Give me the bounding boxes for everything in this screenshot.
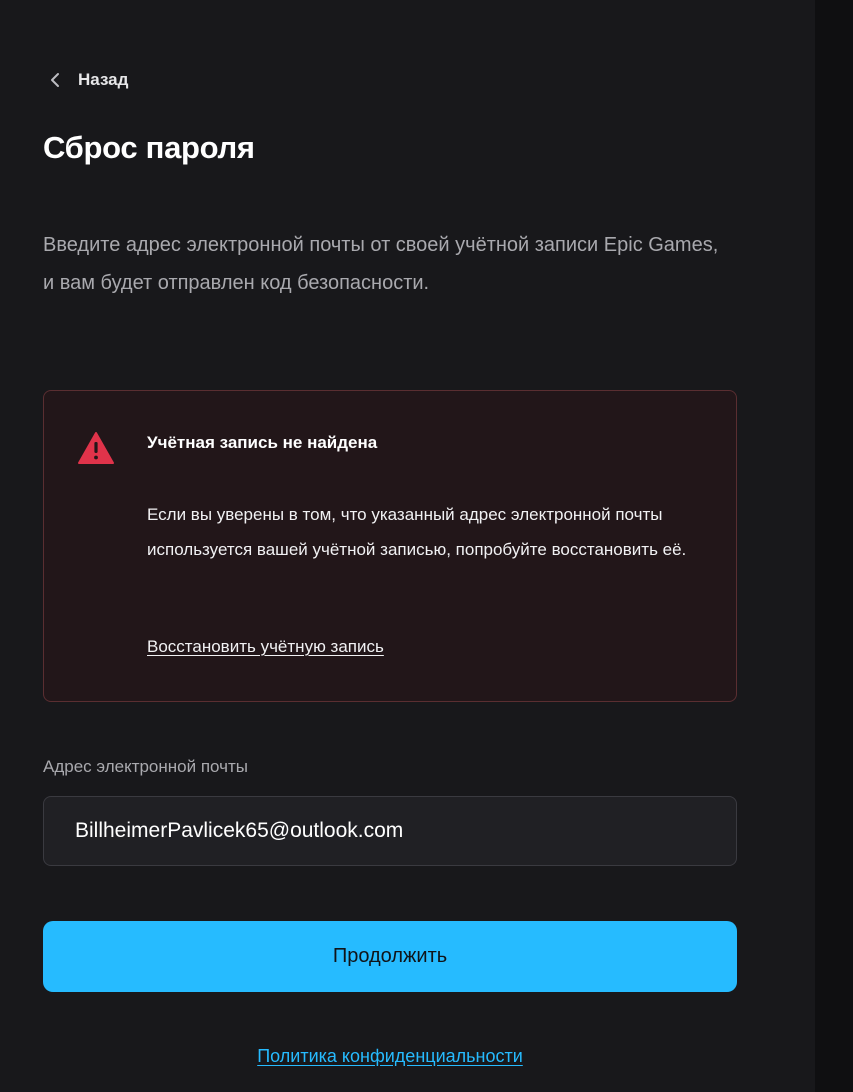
alert-title: Учётная запись не найдена [147, 433, 378, 452]
alert-body: Если вы уверены в том, что указанный адр… [147, 505, 687, 559]
back-button[interactable]: Назад [48, 66, 128, 94]
side-background-strip [815, 0, 853, 1092]
chevron-left-icon [51, 73, 59, 87]
email-field[interactable] [43, 796, 737, 866]
account-not-found-alert: Учётная запись не найдена Если вы уверен… [43, 390, 737, 702]
intro-text: Введите адрес электронной почты от своей… [43, 234, 719, 294]
privacy-policy-link[interactable]: Политика конфиденциальности [0, 1046, 780, 1067]
email-field-label: Адрес электронной почты [43, 757, 248, 776]
warning-triangle-icon [78, 432, 114, 464]
restore-account-link[interactable]: Восстановить учётную запись [147, 637, 384, 657]
password-reset-panel: Назад Сброс пароля Введите адрес электро… [0, 0, 815, 1092]
back-label: Назад [78, 70, 129, 89]
continue-button[interactable]: Продолжить [43, 921, 737, 992]
page-title: Сброс пароля [43, 130, 255, 165]
